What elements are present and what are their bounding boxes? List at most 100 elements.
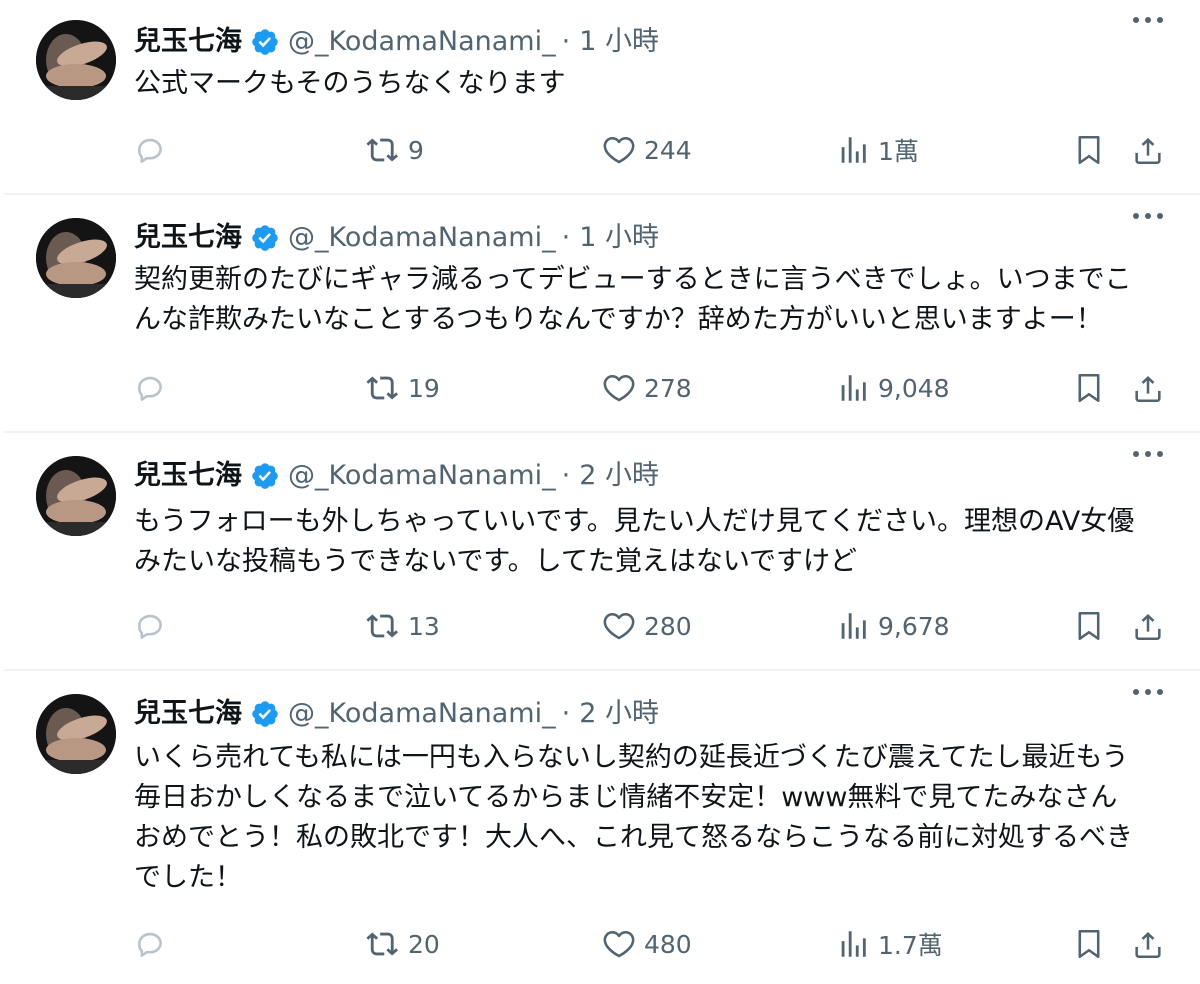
user-handle[interactable]: @_KodamaNanami_ bbox=[288, 694, 556, 734]
like-button[interactable]: 278 bbox=[602, 368, 692, 408]
tweet-feed: 兒玉七海 @_KodamaNanami_ · 1 小時 公式マークもそのうちなく… bbox=[0, 0, 1200, 984]
bookmark-button[interactable] bbox=[1072, 368, 1106, 408]
user-handle[interactable]: @_KodamaNanami_ bbox=[288, 22, 556, 62]
tweet-text-line: でした！ bbox=[134, 862, 242, 893]
share-icon bbox=[1131, 133, 1165, 167]
avatar[interactable] bbox=[36, 456, 116, 536]
bookmark-icon bbox=[1072, 133, 1106, 167]
action-bar: 20 480 1.7萬 bbox=[0, 924, 1200, 964]
action-bar: 13 280 9,678 bbox=[0, 606, 1200, 646]
bookmark-button[interactable] bbox=[1072, 606, 1106, 646]
timestamp[interactable]: 1 小時 bbox=[579, 22, 659, 62]
user-handle[interactable]: @_KodamaNanami_ bbox=[288, 218, 556, 258]
retweet-icon bbox=[366, 133, 400, 167]
share-button[interactable] bbox=[1131, 606, 1165, 646]
views-button[interactable]: 1萬 bbox=[836, 130, 919, 170]
view-count: 9,048 bbox=[878, 373, 950, 403]
user-handle[interactable]: @_KodamaNanami_ bbox=[288, 456, 556, 496]
display-name[interactable]: 兒玉七海 bbox=[134, 218, 242, 258]
more-options-icon[interactable] bbox=[1128, 204, 1168, 228]
bookmark-button[interactable] bbox=[1072, 130, 1106, 170]
tweet-header: 兒玉七海 @_KodamaNanami_ · 1 小時 bbox=[134, 218, 659, 258]
retweet-button[interactable]: 20 bbox=[366, 924, 440, 964]
retweet-count: 9 bbox=[408, 135, 424, 165]
tweet-text-line: んな詐欺みたいなことするつもりなんですか？辞めた方がいいと思いますよー！ bbox=[134, 304, 1103, 335]
share-button[interactable] bbox=[1131, 924, 1165, 964]
heart-icon bbox=[602, 927, 636, 961]
retweet-icon bbox=[366, 371, 400, 405]
views-button[interactable]: 1.7萬 bbox=[836, 924, 943, 964]
views-button[interactable]: 9,048 bbox=[836, 368, 950, 408]
tweet[interactable]: 兒玉七海 @_KodamaNanami_ · 2 小時 もうフォローも外しちゃっ… bbox=[0, 434, 1200, 670]
retweet-button[interactable]: 19 bbox=[366, 368, 440, 408]
bookmark-icon bbox=[1072, 609, 1106, 643]
tweet-text-line: みたいな投稿もうできないです。してた覚えはないですけど bbox=[134, 546, 858, 577]
like-button[interactable]: 280 bbox=[602, 606, 692, 646]
more-options-icon[interactable] bbox=[1128, 442, 1168, 466]
display-name[interactable]: 兒玉七海 bbox=[134, 694, 242, 734]
heart-icon bbox=[602, 133, 636, 167]
tweet-text: もうフォローも外しちゃっていいです。見たい人だけ見てください。理想のAV女優 み… bbox=[134, 502, 1174, 582]
reply-icon bbox=[133, 927, 167, 961]
bookmark-button[interactable] bbox=[1072, 924, 1106, 964]
more-options-icon[interactable] bbox=[1128, 8, 1168, 32]
tweet-text: 契約更新のたびにギャラ減るってデビューするときに言うべきでしょ。いつまでこ んな… bbox=[134, 260, 1174, 340]
like-count: 480 bbox=[644, 929, 692, 959]
tweet-text-line: もうフォローも外しちゃっていいです。見たい人だけ見てください。理想のAV女優 bbox=[134, 506, 1135, 537]
tweet[interactable]: 兒玉七海 @_KodamaNanami_ · 2 小時 いくら売れても私には一円… bbox=[0, 672, 1200, 984]
tweet-header: 兒玉七海 @_KodamaNanami_ · 1 小時 bbox=[134, 22, 659, 62]
like-count: 244 bbox=[644, 135, 692, 165]
reply-button[interactable] bbox=[133, 924, 175, 964]
views-chart-icon bbox=[836, 927, 870, 961]
tweet-text: 公式マークもそのうちなくなります bbox=[134, 64, 1174, 104]
reply-icon bbox=[133, 371, 167, 405]
timestamp[interactable]: 2 小時 bbox=[579, 694, 659, 734]
bookmark-icon bbox=[1072, 927, 1106, 961]
display-name[interactable]: 兒玉七海 bbox=[134, 456, 242, 496]
tweet-header: 兒玉七海 @_KodamaNanami_ · 2 小時 bbox=[134, 456, 659, 496]
tweet-text-line: いくら売れても私には一円も入らないし契約の延長近づくたび震えてたし最近もう bbox=[134, 742, 1129, 773]
like-button[interactable]: 244 bbox=[602, 130, 692, 170]
tweet-text-line: おめでとう！私の敗北です！大人へ、これ見て怒るならこうなる前に対処するべき bbox=[134, 822, 1133, 853]
reply-icon bbox=[133, 609, 167, 643]
tweet-header: 兒玉七海 @_KodamaNanami_ · 2 小時 bbox=[134, 694, 659, 734]
reply-button[interactable] bbox=[133, 606, 175, 646]
view-count: 1萬 bbox=[878, 137, 919, 166]
avatar[interactable] bbox=[36, 20, 116, 100]
display-name[interactable]: 兒玉七海 bbox=[134, 22, 242, 62]
retweet-button[interactable]: 13 bbox=[366, 606, 440, 646]
tweet-divider bbox=[4, 669, 1200, 671]
retweet-button[interactable]: 9 bbox=[366, 130, 424, 170]
views-chart-icon bbox=[836, 133, 870, 167]
timestamp[interactable]: 2 小時 bbox=[579, 456, 659, 496]
like-count: 278 bbox=[644, 373, 692, 403]
like-button[interactable]: 480 bbox=[602, 924, 692, 964]
verified-badge-icon bbox=[250, 699, 280, 729]
like-count: 280 bbox=[644, 611, 692, 641]
action-bar: 9 244 1萬 bbox=[0, 130, 1200, 170]
retweet-count: 19 bbox=[408, 373, 440, 403]
views-chart-icon bbox=[836, 371, 870, 405]
reply-button[interactable] bbox=[133, 130, 175, 170]
retweet-count: 20 bbox=[408, 929, 440, 959]
tweet[interactable]: 兒玉七海 @_KodamaNanami_ · 1 小時 契約更新のたびにギャラ減… bbox=[0, 196, 1200, 432]
reply-button[interactable] bbox=[133, 368, 175, 408]
separator-dot: · bbox=[561, 26, 571, 57]
tweet-divider bbox=[4, 193, 1200, 195]
verified-badge-icon bbox=[250, 27, 280, 57]
tweet-text-line: 毎日おかしくなるまで泣いてるからまじ情緒不安定！www無料で見てたみなさん bbox=[134, 782, 1118, 813]
share-button[interactable] bbox=[1131, 130, 1165, 170]
retweet-icon bbox=[366, 927, 400, 961]
avatar[interactable] bbox=[36, 218, 116, 298]
verified-badge-icon bbox=[250, 461, 280, 491]
avatar[interactable] bbox=[36, 694, 116, 774]
separator-dot: · bbox=[561, 460, 571, 491]
timestamp[interactable]: 1 小時 bbox=[579, 218, 659, 258]
reply-icon bbox=[133, 133, 167, 167]
share-icon bbox=[1131, 927, 1165, 961]
share-button[interactable] bbox=[1131, 368, 1165, 408]
more-options-icon[interactable] bbox=[1128, 680, 1168, 704]
tweet[interactable]: 兒玉七海 @_KodamaNanami_ · 1 小時 公式マークもそのうちなく… bbox=[0, 0, 1200, 194]
views-button[interactable]: 9,678 bbox=[836, 606, 950, 646]
share-icon bbox=[1131, 371, 1165, 405]
